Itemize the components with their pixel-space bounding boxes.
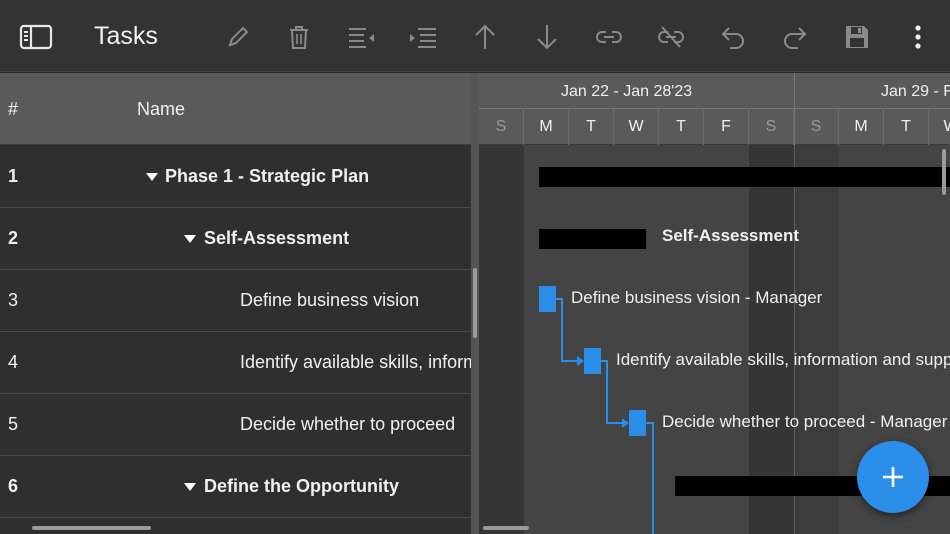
column-header-name[interactable]: Name [137,99,185,120]
gantt-horizontal-scrollbar[interactable] [483,526,529,530]
unlink-icon[interactable] [654,20,688,54]
table-row[interactable]: 5 Decide whether to proceed [0,394,471,456]
sidebar-toggle-icon[interactable] [18,22,54,52]
add-task-button[interactable] [857,441,929,513]
plus-icon [883,467,903,487]
outdent-icon[interactable] [344,20,378,54]
grid-header: # Name [0,73,471,145]
row-name: Define business vision [240,290,420,310]
table-row[interactable]: 2 Self-Assessment [0,208,471,270]
column-header-number[interactable]: # [8,99,18,120]
toolbar: Tasks [0,0,950,72]
trash-icon[interactable] [282,20,316,54]
link-icon[interactable] [592,20,626,54]
row-name: Phase 1 - Strategic Plan [165,166,370,186]
row-number: 3 [8,290,19,310]
more-vertical-icon[interactable] [901,20,935,54]
indent-icon[interactable] [406,20,440,54]
row-name: Decide whether to proceed [240,414,456,434]
undo-icon[interactable] [716,20,750,54]
row-number: 1 [8,166,19,186]
row-number: 6 [8,476,19,496]
row-name: Define the Opportunity [204,476,399,496]
task-grid: # Name 1 Phase 1 - Strategic Plan 2 Self… [0,73,471,534]
row-name: Self-Assessment [204,228,350,248]
grid-horizontal-scrollbar[interactable] [32,526,151,530]
arrow-up-icon[interactable] [468,20,502,54]
table-row[interactable]: 4 Identify available skills, information… [0,332,471,394]
redo-icon[interactable] [778,20,812,54]
table-row[interactable]: 3 Define business vision [0,270,471,332]
table-row[interactable]: 1 Phase 1 - Strategic Plan [0,146,471,208]
pencil-icon[interactable] [221,20,255,54]
collapse-caret-icon[interactable] [146,173,158,181]
page-title: Tasks [94,22,158,50]
gantt-vertical-scrollbar[interactable] [942,149,946,195]
arrow-down-icon[interactable] [530,20,564,54]
table-row[interactable]: 6 Define the Opportunity [0,456,471,518]
collapse-caret-icon[interactable] [184,235,196,243]
row-name: Identify available skills, information a… [240,352,471,372]
collapse-caret-icon[interactable] [184,483,196,491]
row-number: 4 [8,352,19,372]
save-icon[interactable] [840,20,874,54]
row-number: 5 [8,414,19,434]
pane-divider-handle[interactable] [473,268,477,338]
row-number: 2 [8,228,19,248]
